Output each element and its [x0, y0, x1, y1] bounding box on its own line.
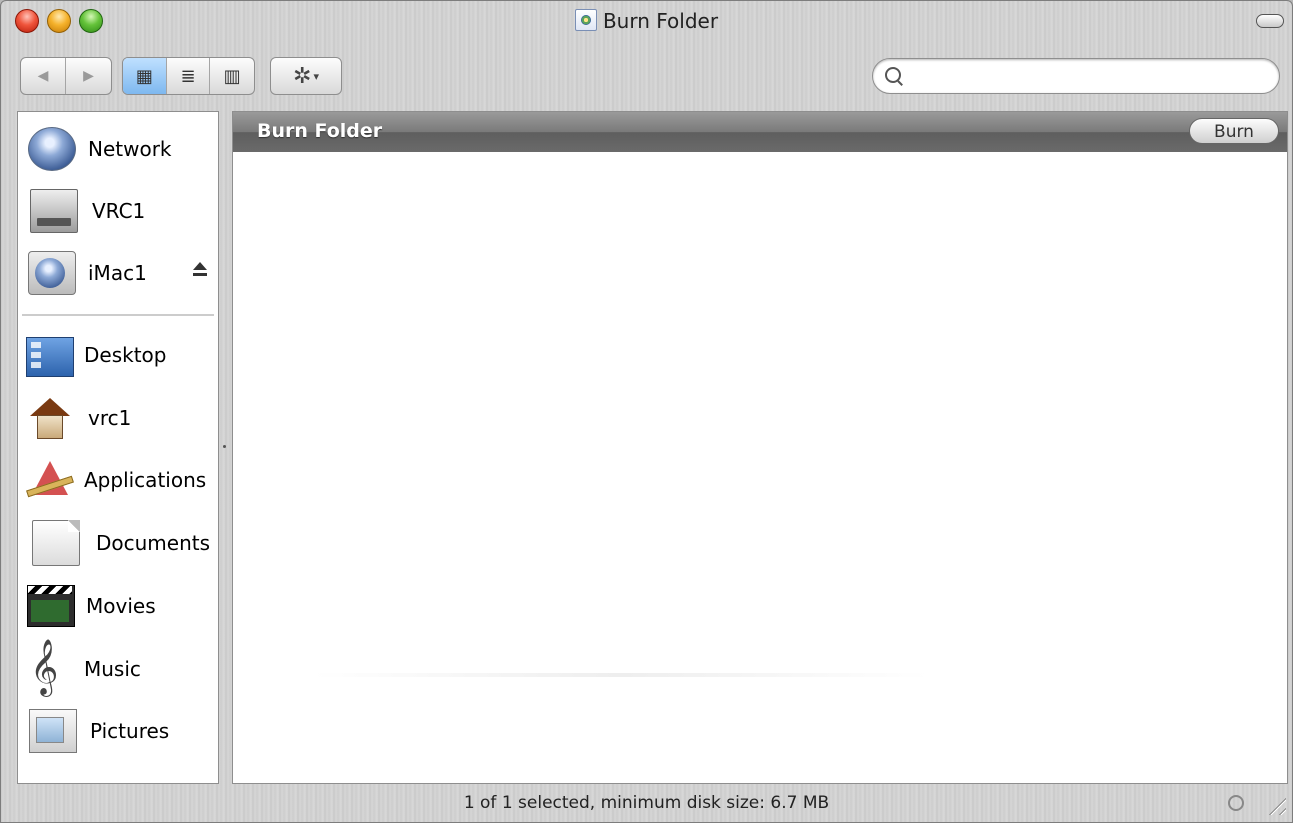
applications-icon: [26, 457, 74, 503]
hard-drive-icon: [30, 189, 78, 233]
imac-icon: [28, 251, 76, 295]
sidebar-resize-handle[interactable]: [221, 431, 229, 471]
finder-window: Burn Folder ◀ ▶ ▦ ≣ ▥ ✲ ▾ Network VRC1 iM…: [0, 0, 1293, 823]
sidebar-item-label: VRC1: [92, 199, 146, 223]
sidebar-item-label: Desktop: [84, 343, 167, 367]
action-button[interactable]: ✲ ▾: [271, 58, 341, 94]
sidebar-item-label: Movies: [86, 594, 156, 618]
search-field[interactable]: [872, 58, 1280, 94]
music-icon: [26, 639, 74, 696]
sidebar-item-network[interactable]: Network: [26, 122, 216, 176]
burn-button[interactable]: Burn: [1189, 118, 1279, 144]
window-title-area: Burn Folder: [1, 9, 1292, 33]
status-bar: 1 of 1 selected, minimum disk size: 6.7 …: [1, 789, 1292, 822]
sidebar-item-label: Network: [88, 137, 172, 161]
list-view-button[interactable]: ≣: [167, 58, 211, 94]
sidebar-item-imac1[interactable]: iMac1: [26, 246, 216, 300]
movies-icon: [27, 585, 75, 627]
chevron-down-icon: ▾: [313, 69, 319, 83]
sidebar-item-label: vrc1: [88, 406, 132, 430]
nav-buttons: ◀ ▶: [20, 57, 112, 95]
window-title: Burn Folder: [602, 9, 719, 33]
sidebar-item-documents[interactable]: Documents: [26, 516, 216, 570]
search-input[interactable]: [907, 65, 1271, 89]
view-buttons: ▦ ≣ ▥: [122, 57, 255, 95]
eject-icon[interactable]: [192, 262, 208, 278]
content-divider: [313, 673, 929, 677]
sidebar-item-pictures[interactable]: Pictures: [26, 704, 216, 758]
pictures-icon: [29, 709, 77, 753]
status-text: 1 of 1 selected, minimum disk size: 6.7 …: [463, 793, 830, 813]
sidebar-item-desktop[interactable]: Desktop: [26, 328, 216, 382]
sidebar-item-home[interactable]: vrc1: [26, 391, 216, 445]
burn-folder-icon: [574, 9, 597, 31]
content-area[interactable]: Burn Folder Burn: [232, 111, 1288, 784]
burn-folder-header: Burn Folder Burn: [233, 112, 1287, 152]
forward-button[interactable]: ▶: [66, 58, 111, 94]
column-view-button[interactable]: ▥: [210, 58, 254, 94]
toolbar-toggle-button[interactable]: [1256, 14, 1284, 28]
home-icon: [28, 396, 76, 440]
desktop-icon: [26, 337, 74, 377]
icon-view-button[interactable]: ▦: [123, 58, 167, 94]
sidebar-divider: [22, 314, 214, 316]
gear-icon: ✲: [293, 63, 312, 89]
sidebar-item-label: Applications: [84, 468, 207, 492]
sidebar-item-music[interactable]: Music: [26, 639, 216, 696]
search-icon: [885, 67, 901, 83]
sidebar: Network VRC1 iMac1 Desktop vrc1 Applicat…: [17, 111, 219, 784]
sidebar-item-label: Documents: [96, 531, 211, 555]
documents-icon: [32, 520, 80, 566]
action-menu-button[interactable]: ✲ ▾: [270, 57, 342, 95]
sidebar-item-label: iMac1: [88, 261, 147, 285]
network-globe-icon: [28, 127, 76, 171]
title-bar[interactable]: Burn Folder: [1, 1, 1292, 41]
sidebar-item-label: Pictures: [90, 719, 170, 743]
sidebar-item-applications[interactable]: Applications: [26, 453, 216, 507]
sidebar-item-vrc1-drive[interactable]: VRC1: [26, 184, 216, 238]
back-button[interactable]: ◀: [21, 58, 67, 94]
sync-icon: [1228, 795, 1244, 811]
sidebar-item-label: Music: [84, 657, 141, 681]
sidebar-item-movies[interactable]: Movies: [26, 579, 216, 633]
burn-folder-title: Burn Folder: [257, 120, 383, 142]
